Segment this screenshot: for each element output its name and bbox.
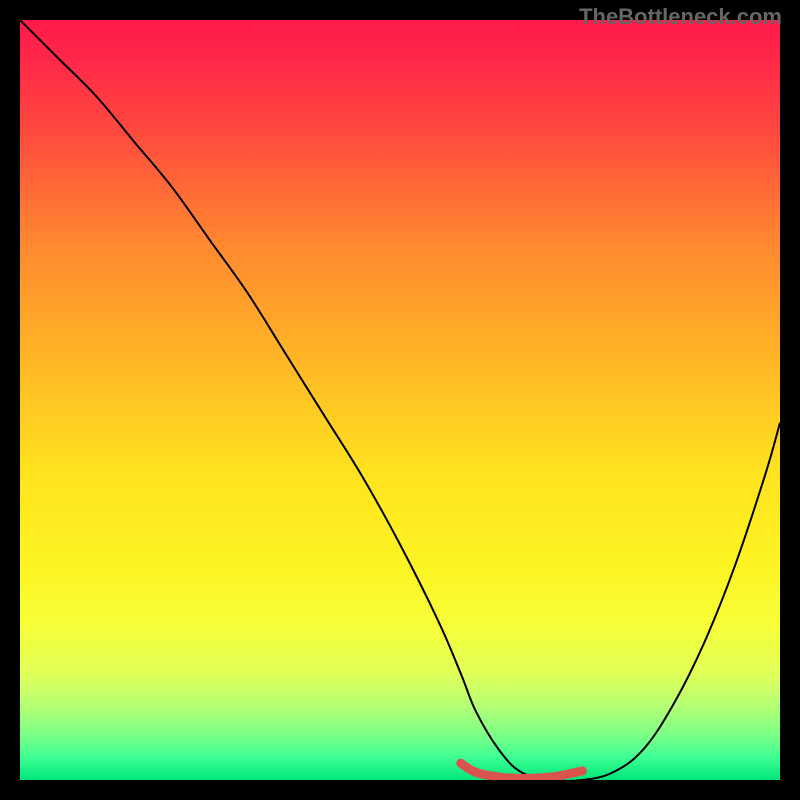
bottleneck-curve [20, 20, 780, 780]
watermark-text: TheBottleneck.com [579, 4, 782, 30]
curve-layer [20, 20, 780, 780]
plot-area [20, 20, 780, 780]
sweet-spot-marker [461, 763, 583, 778]
